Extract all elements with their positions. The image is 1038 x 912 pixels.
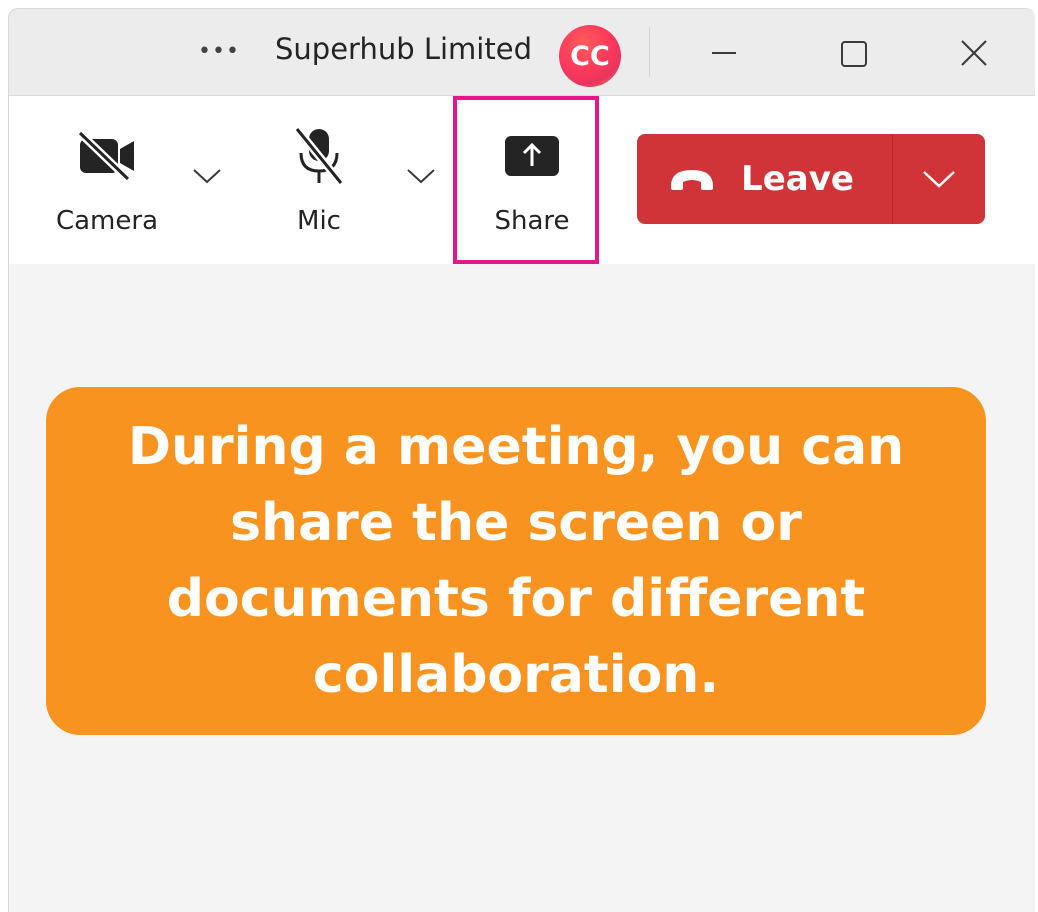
avatar[interactable]: CC	[559, 25, 621, 87]
share-highlight-box	[453, 96, 599, 264]
instruction-callout: During a meeting, you can share the scre…	[46, 387, 986, 735]
minimize-icon	[712, 52, 736, 54]
meeting-toolbar: Camera Mic Share Leave	[9, 96, 1035, 264]
chevron-down-icon	[193, 169, 221, 184]
title-bar-divider	[649, 27, 650, 77]
mic-options-dropdown[interactable]	[401, 156, 441, 196]
title-bar: ••• Superhub Limited CC	[9, 9, 1035, 96]
chevron-down-icon	[407, 169, 435, 184]
camera-label: Camera	[55, 206, 159, 236]
hang-up-icon	[671, 170, 714, 190]
more-options-button[interactable]: •••	[195, 31, 243, 71]
avatar-initials: CC	[570, 40, 610, 72]
mic-label: Mic	[297, 206, 341, 236]
mic-button[interactable]: Mic	[259, 120, 379, 250]
minimize-button[interactable]	[689, 23, 759, 83]
close-icon	[961, 40, 987, 66]
callout-text: During a meeting, you can share the scre…	[127, 417, 905, 705]
close-window-button[interactable]	[939, 23, 1009, 83]
maximize-icon	[841, 41, 867, 67]
mic-off-icon	[293, 126, 345, 186]
more-icon: •••	[198, 38, 240, 64]
leave-button[interactable]: Leave	[637, 134, 892, 224]
camera-options-dropdown[interactable]	[187, 156, 227, 196]
maximize-button[interactable]	[819, 23, 889, 83]
leave-options-dropdown[interactable]	[893, 134, 985, 224]
camera-off-icon	[77, 131, 134, 181]
camera-button[interactable]: Camera	[47, 120, 167, 250]
meeting-window: ••• Superhub Limited CC Camera Mic Share…	[8, 8, 1035, 912]
leave-button-group: Leave	[637, 134, 985, 224]
leave-label: Leave	[741, 159, 854, 199]
chevron-down-icon	[923, 171, 955, 188]
window-title: Superhub Limited	[275, 32, 532, 66]
